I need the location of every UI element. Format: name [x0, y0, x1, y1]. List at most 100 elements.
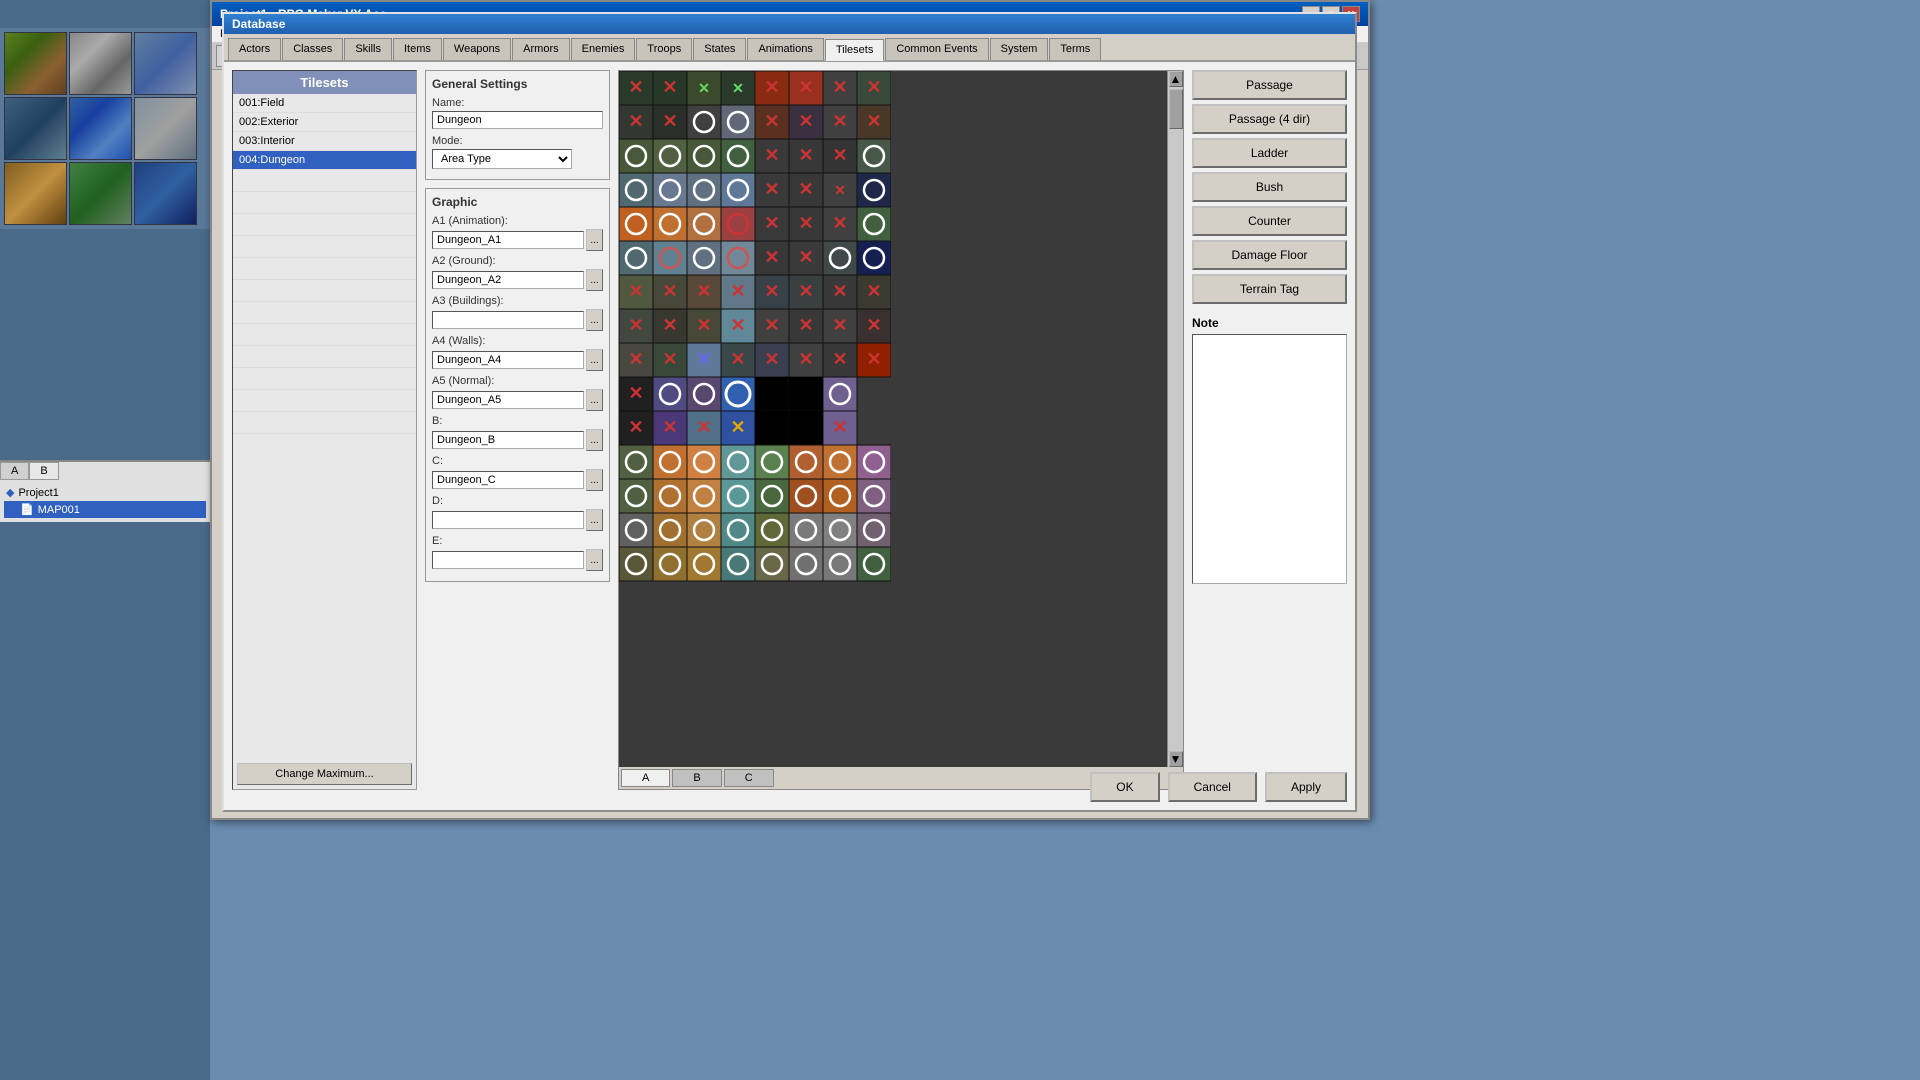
tab-items[interactable]: Items — [393, 38, 442, 60]
svg-text:✕: ✕ — [798, 145, 813, 165]
list-item-001[interactable]: 001:Field — [233, 94, 416, 113]
svg-text:✕: ✕ — [730, 349, 745, 369]
list-item-empty-8 — [233, 324, 416, 346]
svg-text:✕: ✕ — [866, 349, 881, 369]
tab-actors[interactable]: Actors — [228, 38, 281, 60]
list-item-003[interactable]: 003:Interior — [233, 132, 416, 151]
svg-text:✕: ✕ — [798, 213, 813, 233]
tileset-tab-c[interactable]: C — [724, 769, 774, 787]
a1-input[interactable] — [432, 231, 584, 249]
svg-text:✕: ✕ — [628, 281, 643, 301]
project-root[interactable]: ◆ Project1 — [4, 484, 206, 501]
tab-classes[interactable]: Classes — [282, 38, 343, 60]
ok-button[interactable]: OK — [1090, 772, 1159, 802]
a5-label: A5 (Normal): — [432, 375, 603, 387]
tab-armors[interactable]: Armors — [512, 38, 569, 60]
tab-troops[interactable]: Troops — [636, 38, 692, 60]
tab-states[interactable]: States — [693, 38, 746, 60]
tileset-tab-b[interactable]: B — [672, 769, 721, 787]
cancel-button[interactable]: Cancel — [1168, 772, 1257, 802]
a5-browse-button[interactable]: ... — [586, 389, 603, 411]
e-field: ... — [432, 549, 603, 571]
svg-text:✕: ✕ — [662, 349, 677, 369]
map-item[interactable]: 📄 MAP001 — [4, 501, 206, 518]
tab-common-events[interactable]: Common Events — [885, 38, 988, 60]
a4-browse-button[interactable]: ... — [586, 349, 603, 371]
c-input[interactable] — [432, 471, 584, 489]
svg-text:✕: ✕ — [798, 247, 813, 267]
e-input[interactable] — [432, 551, 584, 569]
a4-field: ... — [432, 349, 603, 371]
svg-text:✕: ✕ — [834, 182, 846, 198]
terrain-tag-button[interactable]: Terrain Tag — [1192, 274, 1347, 304]
note-textarea[interactable] — [1192, 334, 1347, 584]
svg-text:✕: ✕ — [764, 213, 779, 233]
a2-field: ... — [432, 269, 603, 291]
passage-button[interactable]: Passage — [1192, 70, 1347, 100]
tab-skills[interactable]: Skills — [344, 38, 392, 60]
b-browse-button[interactable]: ... — [586, 429, 603, 451]
mode-select[interactable]: Area Type — [432, 149, 572, 169]
name-input[interactable] — [432, 111, 603, 129]
a5-field: ... — [432, 389, 603, 411]
tab-tilesets[interactable]: Tilesets — [825, 39, 885, 61]
a2-browse-button[interactable]: ... — [586, 269, 603, 291]
tileset-scrollbar[interactable]: ▲ ▼ — [1167, 71, 1183, 767]
general-settings-group: General Settings Name: Mode: Area Type — [425, 70, 610, 180]
bush-button[interactable]: Bush — [1192, 172, 1347, 202]
a4-input[interactable] — [432, 351, 584, 369]
svg-text:✕: ✕ — [798, 315, 813, 335]
project-tab-b[interactable]: B — [29, 462, 58, 480]
svg-text:✕: ✕ — [832, 417, 847, 437]
tileset-list[interactable]: 001:Field 002:Exterior 003:Interior 004:… — [233, 94, 416, 759]
scroll-thumb[interactable] — [1169, 89, 1183, 129]
project-icon: ◆ — [6, 486, 14, 499]
svg-text:✕: ✕ — [696, 417, 711, 437]
list-item-empty-12 — [233, 412, 416, 434]
a3-input[interactable] — [432, 311, 584, 329]
settings-panel: General Settings Name: Mode: Area Type G… — [425, 70, 610, 790]
d-input[interactable] — [432, 511, 584, 529]
note-box: Note — [1192, 316, 1347, 790]
tab-terms[interactable]: Terms — [1049, 38, 1101, 60]
a2-input[interactable] — [432, 271, 584, 289]
tab-system[interactable]: System — [990, 38, 1049, 60]
list-item-empty-4 — [233, 236, 416, 258]
tileset-canvas[interactable]: ✕ ✕ ✕ ✕ ✕ ✕ ✕ — [619, 71, 1167, 767]
counter-button[interactable]: Counter — [1192, 206, 1347, 236]
svg-text:✕: ✕ — [730, 417, 745, 437]
list-item-004[interactable]: 004:Dungeon — [233, 151, 416, 170]
scroll-up-button[interactable]: ▲ — [1169, 71, 1183, 87]
svg-text:✕: ✕ — [698, 80, 710, 96]
scroll-down-button[interactable]: ▼ — [1169, 751, 1183, 767]
tab-enemies[interactable]: Enemies — [571, 38, 636, 60]
svg-text:✕: ✕ — [764, 247, 779, 267]
list-item-002[interactable]: 002:Exterior — [233, 113, 416, 132]
damage-floor-button[interactable]: Damage Floor — [1192, 240, 1347, 270]
a5-input[interactable] — [432, 391, 584, 409]
ladder-button[interactable]: Ladder — [1192, 138, 1347, 168]
project-tab-a[interactable]: A — [0, 462, 29, 480]
c-browse-button[interactable]: ... — [586, 469, 603, 491]
tab-animations[interactable]: Animations — [747, 38, 823, 60]
db-title: Database — [232, 17, 285, 31]
tileset-tab-a[interactable]: A — [621, 769, 670, 787]
c-field: ... — [432, 469, 603, 491]
a3-browse-button[interactable]: ... — [586, 309, 603, 331]
a1-browse-button[interactable]: ... — [586, 229, 603, 251]
e-browse-button[interactable]: ... — [586, 549, 603, 571]
passage4dir-button[interactable]: Passage (4 dir) — [1192, 104, 1347, 134]
svg-text:✕: ✕ — [628, 417, 643, 437]
tab-weapons[interactable]: Weapons — [443, 38, 511, 60]
list-item-empty-3 — [233, 214, 416, 236]
svg-text:✕: ✕ — [628, 349, 643, 369]
svg-text:✕: ✕ — [866, 315, 881, 335]
list-item-empty-7 — [233, 302, 416, 324]
svg-text:✕: ✕ — [662, 281, 677, 301]
change-max-button[interactable]: Change Maximum... — [237, 763, 412, 785]
editor-background: A B ◆ Project1 📄 MAP001 — [0, 0, 210, 1080]
d-browse-button[interactable]: ... — [586, 509, 603, 531]
b-input[interactable] — [432, 431, 584, 449]
passage-panel: Passage Passage (4 dir) Ladder Bush Coun… — [1192, 70, 1347, 790]
apply-button[interactable]: Apply — [1265, 772, 1347, 802]
